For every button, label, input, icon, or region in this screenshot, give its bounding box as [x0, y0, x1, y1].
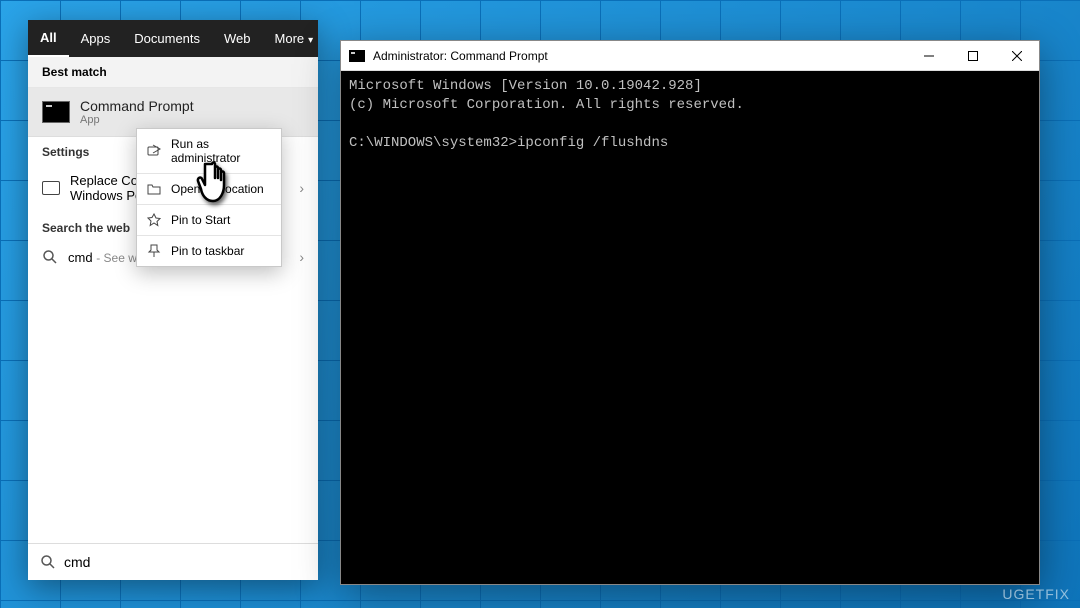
search-input[interactable]: [64, 554, 306, 570]
search-tabs: All Apps Documents Web More▾: [28, 20, 318, 57]
chevron-down-icon: ▾: [308, 35, 313, 46]
start-search-panel: All Apps Documents Web More▾ Best match …: [28, 20, 318, 580]
folder-icon: [147, 182, 161, 196]
close-button[interactable]: [995, 41, 1039, 71]
search-field[interactable]: [28, 543, 318, 580]
terminal-body[interactable]: Microsoft Windows [Version 10.0.19042.92…: [341, 71, 1039, 584]
admin-icon: [147, 144, 161, 158]
pin-start-icon: [147, 213, 161, 227]
tab-more[interactable]: More▾: [263, 21, 326, 56]
context-menu: Run as administrator Open file location …: [136, 128, 282, 267]
term-prompt: C:\WINDOWS\system32>: [349, 135, 517, 151]
term-line-0: Microsoft Windows [Version 10.0.19042.92…: [349, 78, 702, 94]
watermark-text: UGETFIX: [1002, 586, 1070, 602]
titlebar[interactable]: Administrator: Command Prompt: [341, 41, 1039, 71]
maximize-button[interactable]: [951, 41, 995, 71]
ctx-run-as-administrator[interactable]: Run as administrator: [137, 129, 281, 174]
best-match-title: Command Prompt: [80, 98, 194, 114]
ctx-pin-to-taskbar[interactable]: Pin to taskbar: [137, 236, 281, 266]
best-match-label: Best match: [28, 57, 318, 88]
cmd-window: Administrator: Command Prompt Microsoft …: [340, 40, 1040, 585]
chevron-right-icon: ›: [299, 180, 304, 196]
tab-web[interactable]: Web: [212, 21, 263, 56]
monitor-icon: [42, 181, 60, 195]
tab-apps[interactable]: Apps: [69, 21, 123, 56]
term-line-1: (c) Microsoft Corporation. All rights re…: [349, 97, 744, 113]
window-title: Administrator: Command Prompt: [373, 49, 907, 63]
cmd-app-icon: [42, 101, 70, 123]
pin-taskbar-icon: [147, 244, 161, 258]
chevron-right-icon: ›: [299, 249, 304, 265]
term-command: ipconfig /flushdns: [517, 135, 668, 151]
search-icon: [40, 554, 56, 570]
tab-all[interactable]: All: [28, 20, 69, 57]
search-icon: [42, 249, 58, 265]
tab-documents[interactable]: Documents: [122, 21, 212, 56]
best-match-subtitle: App: [80, 114, 194, 126]
ctx-pin-to-start[interactable]: Pin to Start: [137, 205, 281, 236]
cmd-window-icon: [349, 50, 365, 62]
minimize-button[interactable]: [907, 41, 951, 71]
ctx-open-file-location[interactable]: Open file location: [137, 174, 281, 205]
